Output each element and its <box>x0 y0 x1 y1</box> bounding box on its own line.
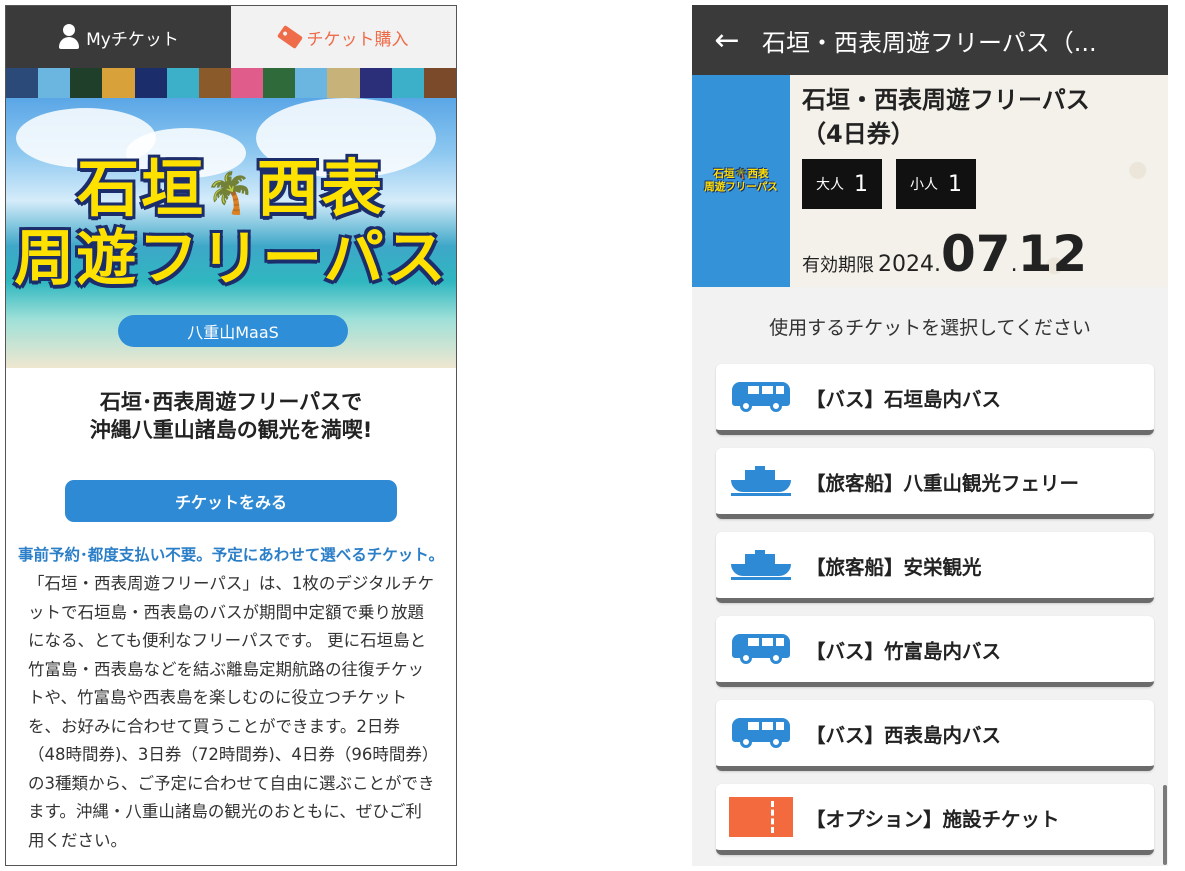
child-count-badge: 小人 1 <box>896 159 976 209</box>
page-title: 石垣・西表周遊フリーパス（... <box>762 28 1097 57</box>
ticket-item-taketomi-bus[interactable]: 【バス】竹富島内バス <box>716 616 1154 687</box>
pass-name: 石垣・西表周遊フリーパス （4日券） <box>802 86 1090 148</box>
adult-count-badge: 大人 1 <box>802 159 882 209</box>
bus-icon <box>732 718 790 748</box>
left-screen: Myチケット チケット購入 石垣🌴西表 周遊フリーパス 八重山MaaS 石垣･西… <box>5 5 457 866</box>
person-icon <box>58 24 80 50</box>
view-tickets-button[interactable]: チケットをみる <box>65 480 397 522</box>
pass-logo: 石垣🌴西表 周遊フリーパス <box>692 75 790 287</box>
ticket-icon <box>276 24 303 50</box>
passenger-counts: 大人 1 小人 1 <box>802 159 1156 209</box>
back-arrow-icon[interactable]: ← <box>692 23 762 58</box>
pass-card: 石垣🌴西表 周遊フリーパス 石垣・西表周遊フリーパス （4日券） 大人 1 小人 1… <box>692 75 1168 287</box>
pass-info: 石垣・西表周遊フリーパス （4日券） 大人 1 小人 1 有効期限 2024. 07… <box>790 75 1168 287</box>
bus-icon <box>732 634 790 664</box>
ticket-item-ishigaki-bus[interactable]: 【バス】石垣島内バス <box>716 364 1154 435</box>
ticket-item-iriomote-bus[interactable]: 【バス】西表島内バス <box>716 700 1154 771</box>
banner-title-line2: 周遊フリーパス <box>14 224 448 294</box>
top-tabs: Myチケット チケット購入 <box>6 6 456 68</box>
maas-badge: 八重山MaaS <box>118 315 348 347</box>
tab-my-tickets-label: Myチケット <box>86 29 179 50</box>
tab-my-tickets[interactable]: Myチケット <box>6 6 231 68</box>
ticket-list: 【バス】石垣島内バス 【旅客船】八重山観光フェリー 【旅客船】安栄観光 【バス】… <box>692 364 1168 855</box>
expiry-date: 有効期限 2024. 07. 12 <box>802 225 1088 283</box>
description-text: 「石垣・西表周遊フリーパス」は、1枚のデジタルチケットで石垣島・西表島のバスが期… <box>28 574 435 850</box>
ticket-item-yaeyama-ferry[interactable]: 【旅客船】八重山観光フェリー <box>716 448 1154 519</box>
tab-buy-ticket[interactable]: チケット購入 <box>231 6 456 68</box>
app-bar: ← 石垣・西表周遊フリーパス（... <box>692 5 1168 75</box>
hero-banner: 石垣🌴西表 周遊フリーパス 八重山MaaS <box>6 98 456 368</box>
ship-icon <box>731 550 791 580</box>
photo-strip <box>6 68 456 98</box>
subheadline: 事前予約･都度支払い不要。予定にあわせて選べるチケット。 <box>18 546 444 564</box>
ticket-item-anei-ferry[interactable]: 【旅客船】安栄観光 <box>716 532 1154 603</box>
bus-icon <box>732 382 790 412</box>
ticket-item-facility-option[interactable]: 【オプション】施設チケット <box>716 784 1154 855</box>
headline: 石垣･西表周遊フリーパスで 沖縄八重山諸島の観光を満喫! <box>89 390 373 442</box>
ticket-icon <box>729 797 793 837</box>
ship-icon <box>731 466 791 496</box>
right-screen: ← 石垣・西表周遊フリーパス（... 石垣🌴西表 周遊フリーパス 石垣・西表周遊… <box>692 5 1168 866</box>
select-ticket-prompt: 使用するチケットを選択してください <box>769 317 1091 339</box>
tab-buy-ticket-label: チケット購入 <box>306 29 409 50</box>
scrollbar[interactable] <box>1163 785 1167 865</box>
